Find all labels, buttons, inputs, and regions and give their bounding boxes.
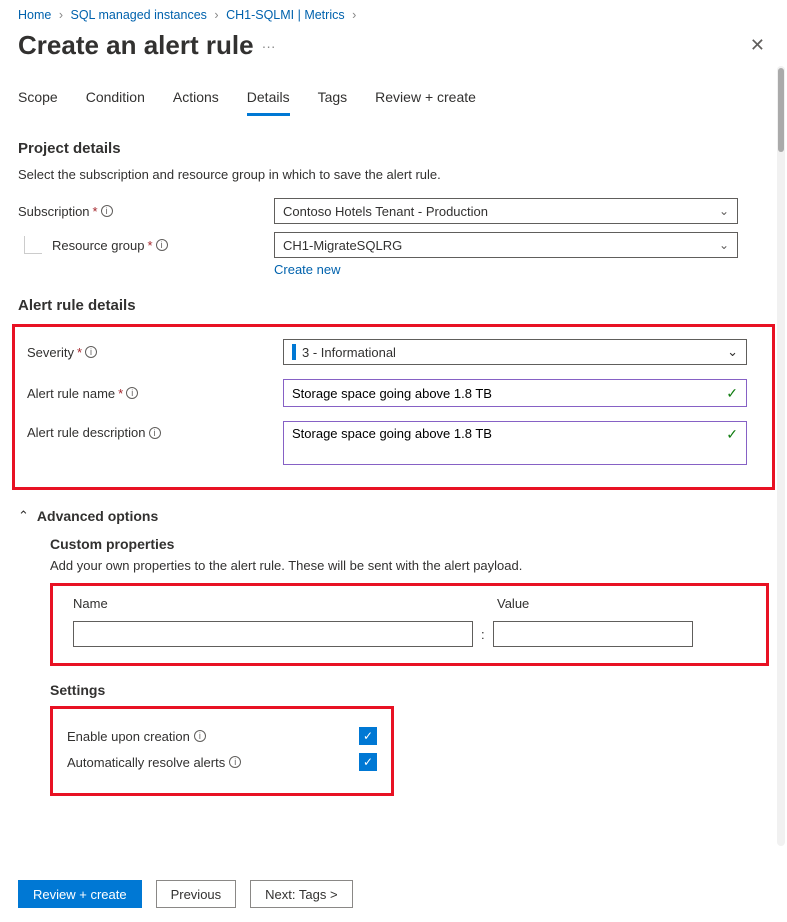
footer-buttons: Review + create Previous Next: Tags > <box>18 880 353 908</box>
required-icon: * <box>77 345 82 360</box>
alert-name-input-wrap: ✓ <box>283 379 747 407</box>
advanced-section: Custom properties Add your own propertie… <box>50 536 769 796</box>
alert-rule-details-heading: Alert rule details <box>18 297 769 314</box>
info-icon[interactable]: i <box>229 756 241 768</box>
colon-separator: : <box>481 627 485 642</box>
severity-label-text: Severity <box>27 345 74 360</box>
page-title: Create an alert rule <box>18 30 254 61</box>
scrollbar-thumb[interactable] <box>778 68 784 152</box>
chevron-up-icon: ⌃ <box>18 508 29 524</box>
tree-connector-icon <box>24 236 42 254</box>
column-name-header: Name <box>73 596 497 611</box>
alert-desc-input[interactable] <box>292 426 726 456</box>
validation-check-icon: ✓ <box>726 385 738 402</box>
more-options-icon[interactable]: ··· <box>262 38 276 54</box>
enable-label-text: Enable upon creation <box>67 729 190 744</box>
info-icon[interactable]: i <box>149 427 161 439</box>
alert-name-label-text: Alert rule name <box>27 386 115 401</box>
chevron-right-icon: › <box>59 8 63 22</box>
custom-prop-name-input[interactable] <box>73 621 473 647</box>
vertical-scrollbar[interactable] <box>777 66 785 846</box>
subscription-label-text: Subscription <box>18 204 90 219</box>
close-icon[interactable]: ✕ <box>746 31 769 60</box>
severity-label: Severity * i <box>27 345 283 360</box>
highlight-box-alert-details: Severity * i 3 - Informational ⌄ Alert r… <box>12 324 775 490</box>
severity-dropdown[interactable]: 3 - Informational ⌄ <box>283 339 747 365</box>
advanced-options-toggle[interactable]: ⌃ Advanced options <box>18 508 769 524</box>
alert-name-row: Alert rule name * i ✓ <box>27 379 760 407</box>
subscription-value: Contoso Hotels Tenant - Production <box>283 204 488 219</box>
severity-row: Severity * i 3 - Informational ⌄ <box>27 339 760 365</box>
tabs: Scope Condition Actions Details Tags Rev… <box>18 83 769 116</box>
enable-upon-creation-checkbox[interactable]: ✓ <box>359 727 377 745</box>
tab-review-create[interactable]: Review + create <box>375 83 476 116</box>
validation-check-icon: ✓ <box>726 426 738 443</box>
tab-scope[interactable]: Scope <box>18 83 58 116</box>
info-icon[interactable]: i <box>101 205 113 217</box>
review-create-button[interactable]: Review + create <box>18 880 142 908</box>
alert-desc-input-wrap: ✓ <box>283 421 747 465</box>
breadcrumb-home[interactable]: Home <box>18 8 51 22</box>
auto-resolve-row: Automatically resolve alerts i ✓ <box>67 753 377 771</box>
required-icon: * <box>93 204 98 219</box>
highlight-box-custom-props: Name Value : <box>50 583 769 666</box>
enable-upon-creation-row: Enable upon creation i ✓ <box>67 727 377 745</box>
project-details-hint: Select the subscription and resource gro… <box>18 167 769 182</box>
breadcrumb-sql-managed-instances[interactable]: SQL managed instances <box>70 8 206 22</box>
info-icon[interactable]: i <box>85 346 97 358</box>
subscription-label: Subscription * i <box>18 204 274 219</box>
alert-name-label: Alert rule name * i <box>27 386 283 401</box>
project-details-heading: Project details <box>18 140 769 157</box>
resolve-label-text: Automatically resolve alerts <box>67 755 225 770</box>
content-area: Scope Condition Actions Details Tags Rev… <box>0 71 787 796</box>
resource-group-value: CH1-MigrateSQLRG <box>283 238 402 253</box>
custom-props-inputs: : <box>73 621 746 647</box>
settings-heading: Settings <box>50 682 769 698</box>
alert-name-input[interactable] <box>292 386 726 401</box>
advanced-options-label: Advanced options <box>37 508 158 524</box>
subscription-dropdown[interactable]: Contoso Hotels Tenant - Production ⌄ <box>274 198 738 224</box>
highlight-box-settings: Enable upon creation i ✓ Automatically r… <box>50 706 394 796</box>
custom-properties-hint: Add your own properties to the alert rul… <box>50 558 769 573</box>
breadcrumb: Home › SQL managed instances › CH1-SQLMI… <box>0 0 787 26</box>
required-icon: * <box>118 386 123 401</box>
resource-group-label-text: Resource group <box>52 238 145 253</box>
info-icon[interactable]: i <box>156 239 168 251</box>
alert-desc-label-text: Alert rule description <box>27 425 146 440</box>
info-icon[interactable]: i <box>126 387 138 399</box>
tab-details[interactable]: Details <box>247 83 290 116</box>
required-icon: * <box>148 238 153 253</box>
alert-desc-row: Alert rule description i ✓ <box>27 421 760 465</box>
create-new-link[interactable]: Create new <box>274 262 340 277</box>
breadcrumb-metrics[interactable]: CH1-SQLMI | Metrics <box>226 8 345 22</box>
alert-desc-label: Alert rule description i <box>27 421 283 440</box>
custom-properties-heading: Custom properties <box>50 536 769 552</box>
subscription-row: Subscription * i Contoso Hotels Tenant -… <box>18 198 769 224</box>
severity-color-bar <box>292 344 296 360</box>
chevron-down-icon: ⌄ <box>719 238 729 252</box>
auto-resolve-label: Automatically resolve alerts i <box>67 755 241 770</box>
chevron-down-icon: ⌄ <box>719 204 729 218</box>
auto-resolve-checkbox[interactable]: ✓ <box>359 753 377 771</box>
title-row: Create an alert rule ··· ✕ <box>0 26 787 71</box>
chevron-right-icon: › <box>214 8 218 22</box>
enable-upon-creation-label: Enable upon creation i <box>67 729 206 744</box>
resource-group-label: Resource group * i <box>52 238 272 253</box>
chevron-down-icon: ⌄ <box>727 344 738 360</box>
next-tags-button[interactable]: Next: Tags > <box>250 880 352 908</box>
chevron-right-icon: › <box>352 8 356 22</box>
tab-actions[interactable]: Actions <box>173 83 219 116</box>
previous-button[interactable]: Previous <box>156 880 237 908</box>
column-value-header: Value <box>497 596 529 611</box>
severity-value: 3 - Informational <box>302 345 396 360</box>
tab-tags[interactable]: Tags <box>318 83 348 116</box>
info-icon[interactable]: i <box>194 730 206 742</box>
resource-group-row: Resource group * i CH1-MigrateSQLRG ⌄ <box>18 232 769 258</box>
resource-group-dropdown[interactable]: CH1-MigrateSQLRG ⌄ <box>274 232 738 258</box>
custom-prop-value-input[interactable] <box>493 621 693 647</box>
tab-condition[interactable]: Condition <box>86 83 145 116</box>
custom-props-header: Name Value <box>73 596 746 611</box>
